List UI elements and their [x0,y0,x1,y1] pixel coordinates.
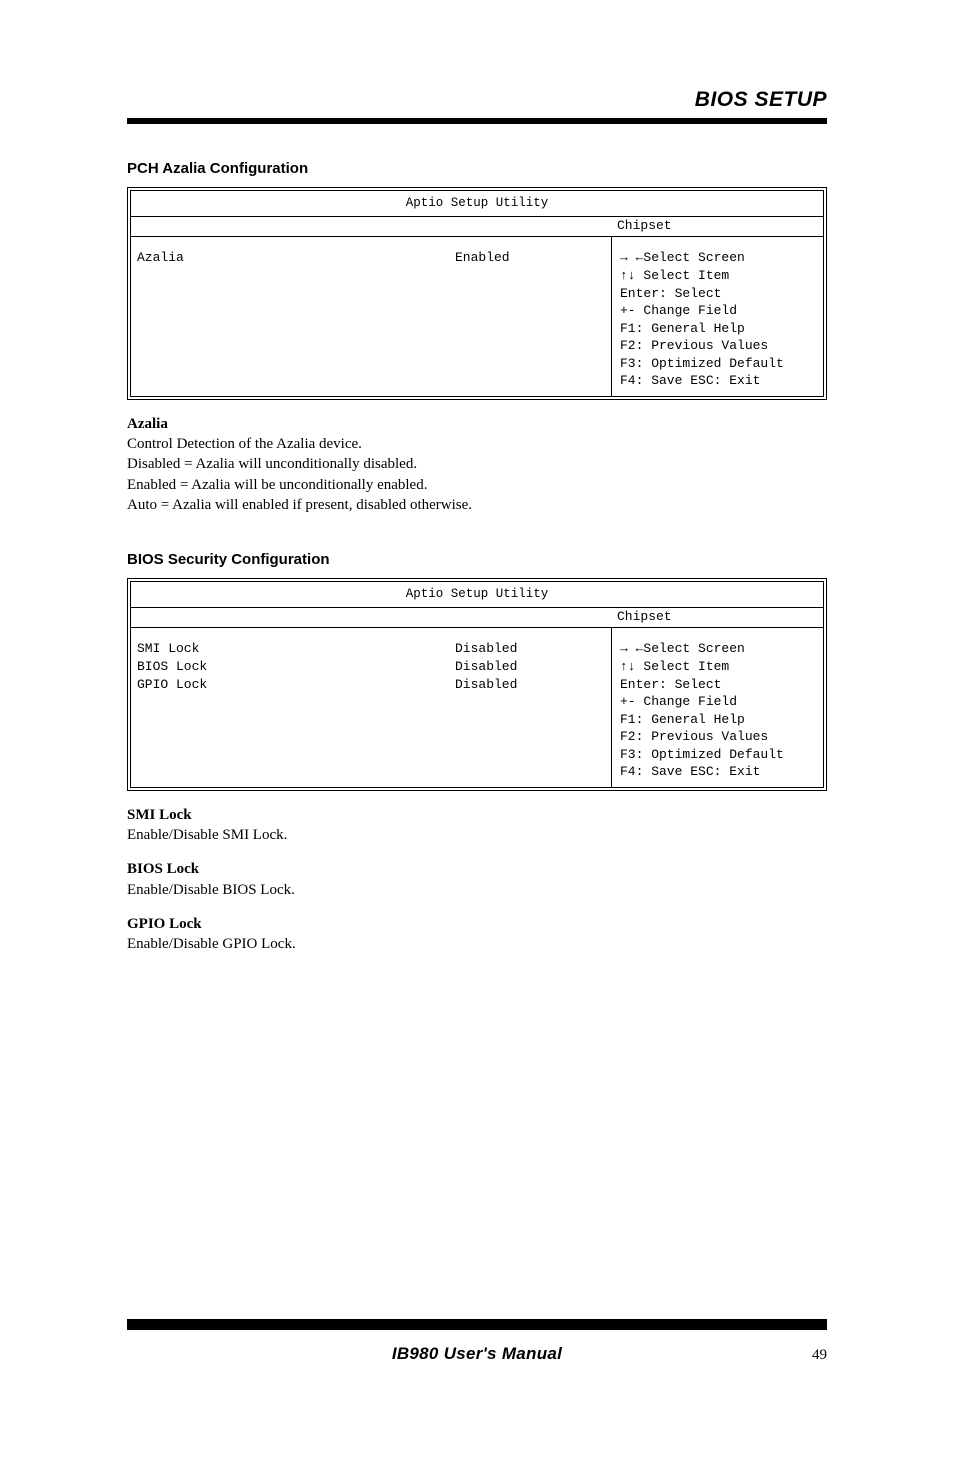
desc-heading-bioslock: BIOS Lock [127,859,827,879]
setting-label-bioslock: BIOS Lock [137,658,455,676]
hint-line: → ←Select Screen [620,640,817,658]
hint-line: F3: Optimized Default [620,746,817,764]
bios-hints-panel: → ←Select Screen ↑↓ Select Item Enter: S… [611,628,823,786]
hint-line: F3: Optimized Default [620,355,817,373]
desc-heading-gpiolock: GPIO Lock [127,914,827,934]
bios-subhead: Chipset [131,217,823,238]
hint-line: F2: Previous Values [620,337,817,355]
setting-value-gpiolock[interactable]: Disabled [455,676,605,694]
bios-head: Aptio Setup Utility [131,191,823,217]
bios-head: Aptio Setup Utility [131,582,823,608]
footer-rule [127,1319,827,1330]
page-number: 49 [812,1347,827,1364]
hint-line: F1: General Help [620,711,817,729]
desc-line: Enable/Disable GPIO Lock. [127,934,827,954]
hint-line: → ←Select Screen [620,249,817,267]
footer-title: IB980 User's Manual [127,1344,827,1364]
section-title-azalia: PCH Azalia Configuration [127,160,827,177]
setting-value-smilock[interactable]: Disabled [455,640,605,658]
hint-line: F4: Save ESC: Exit [620,763,817,781]
bios-left-panel: Azalia Enabled [131,237,611,395]
section-title-bios-sec: BIOS Security Configuration [127,551,827,568]
hint-line: F4: Save ESC: Exit [620,372,817,390]
desc-line: Enable/Disable BIOS Lock. [127,880,827,900]
hint-line: Enter: Select [620,676,817,694]
bios-tab-chipset: Chipset [617,608,817,626]
hint-line: +- Change Field [620,693,817,711]
bios-subhead: Chipset [131,608,823,629]
bios-box-security: Aptio Setup Utility Chipset SMI Lock Dis… [127,578,827,791]
hint-line: Enter: Select [620,285,817,303]
desc-line: Disabled = Azalia will unconditionally d… [127,454,827,474]
bios-tab-chipset: Chipset [617,217,817,235]
setting-label-smilock: SMI Lock [137,640,455,658]
desc-line: Control Detection of the Azalia device. [127,434,827,454]
setting-value-bioslock[interactable]: Disabled [455,658,605,676]
desc-line: Enable/Disable SMI Lock. [127,825,827,845]
bios-box-azalia: Aptio Setup Utility Chipset Azalia Enabl… [127,187,827,400]
setting-label-gpiolock: GPIO Lock [137,676,455,694]
page-footer: IB980 User's Manual 49 [127,1319,827,1364]
hint-line: ↑↓ Select Item [620,267,817,285]
bios-hints-panel: → ←Select Screen ↑↓ Select Item Enter: S… [611,237,823,395]
hint-line: ↑↓ Select Item [620,658,817,676]
desc-line: Enabled = Azalia will be unconditionally… [127,475,827,495]
desc-line: Auto = Azalia will enabled if present, d… [127,495,827,515]
setting-value-azalia[interactable]: Enabled [455,249,605,267]
bios-left-panel: SMI Lock Disabled BIOS Lock Disabled GPI… [131,628,611,786]
hint-line: F2: Previous Values [620,728,817,746]
desc-heading-smilock: SMI Lock [127,805,827,825]
hint-line: +- Change Field [620,302,817,320]
desc-heading-azalia: Azalia [127,414,827,434]
hint-line: F1: General Help [620,320,817,338]
setting-label-azalia: Azalia [137,249,455,267]
header-rule [127,118,827,124]
page-header-title: BIOS SETUP [127,88,827,112]
